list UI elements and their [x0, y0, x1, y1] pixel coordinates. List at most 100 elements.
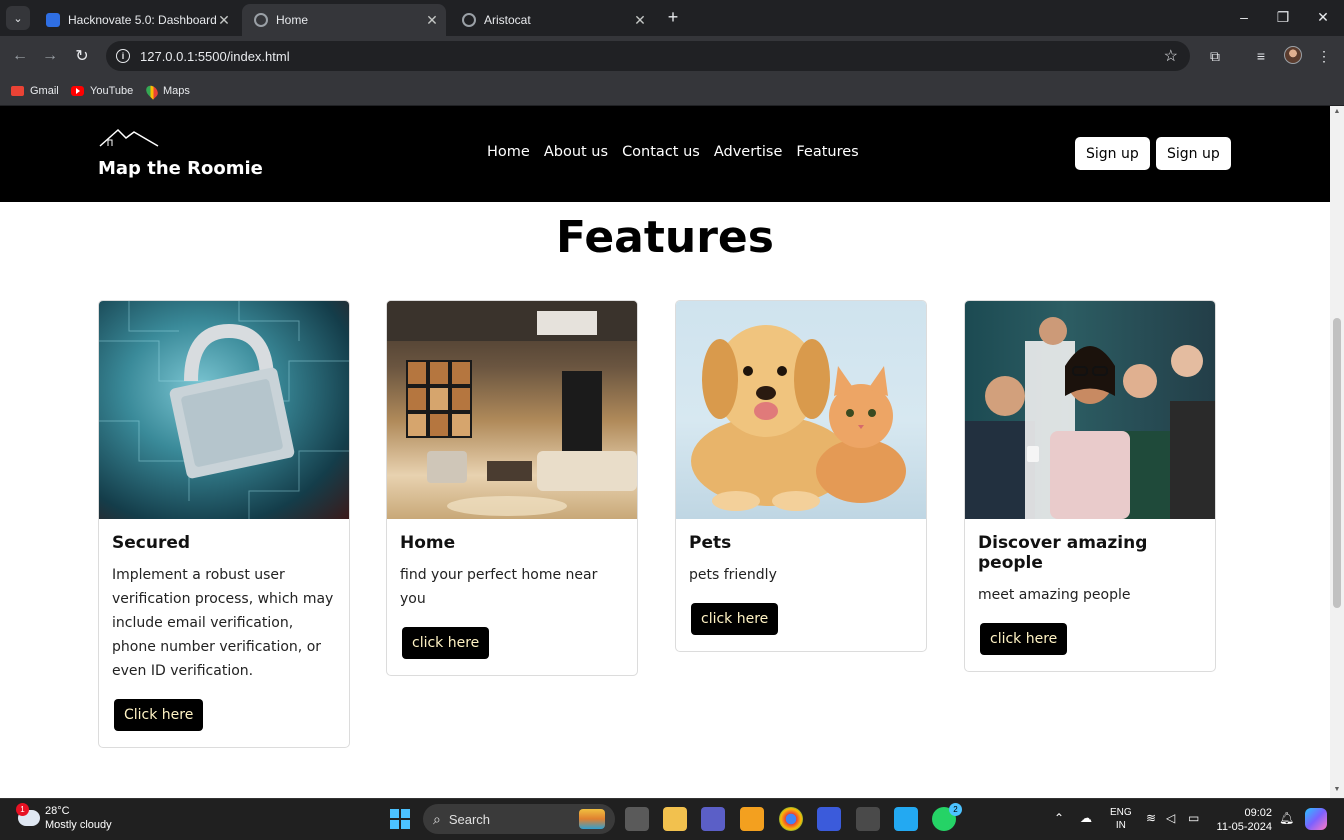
page-viewport: Map the Roomie Home About us Contact us …: [0, 106, 1330, 798]
weather-temp: 28°C: [45, 805, 70, 817]
bookmark-label: Gmail: [30, 85, 59, 97]
bookmark-star-icon[interactable]: ☆: [1164, 46, 1178, 66]
card-title: Secured: [112, 533, 191, 553]
people-image: [965, 301, 1215, 519]
brand-name[interactable]: Map the Roomie: [98, 158, 263, 179]
window-close-icon[interactable]: ✕: [1311, 6, 1335, 28]
volume-icon[interactable]: ◁: [1166, 811, 1175, 825]
cloud-icon: 1: [16, 803, 40, 826]
taskbar-search[interactable]: ⌕ Search: [423, 804, 615, 834]
page-scrollbar[interactable]: ▲ ▼: [1330, 106, 1344, 798]
extensions-puzzle-icon[interactable]: ⧉: [1205, 46, 1225, 66]
site-info-icon[interactable]: i: [116, 49, 130, 63]
weather-widget[interactable]: 1 28°C Mostly cloudy: [16, 803, 112, 832]
weather-badge: 1: [16, 803, 29, 816]
cube-app-icon[interactable]: [856, 807, 880, 831]
roof-logo-icon: [99, 128, 159, 147]
windows-taskbar: 1 28°C Mostly cloudy ⌕ Search 2 ⌃ ☁ ENG …: [0, 798, 1344, 840]
chevron-up-icon[interactable]: ⌃: [1054, 811, 1064, 825]
weather-desc: Mostly cloudy: [45, 819, 112, 831]
browser-tab-bar: ⌄ Hacknovate 5.0: Dashboard | De ✕ Home …: [0, 0, 1344, 36]
notes-app-icon[interactable]: [817, 807, 841, 831]
chrome-icon[interactable]: [779, 807, 803, 831]
tab-title: Hacknovate 5.0: Dashboard | De: [68, 13, 216, 27]
back-arrow-icon[interactable]: ←: [8, 44, 32, 68]
section-title: Features: [556, 212, 774, 263]
nav-home[interactable]: Home: [487, 144, 530, 160]
scroll-down-arrow-icon[interactable]: ▼: [1333, 786, 1341, 793]
people-group-illustration: [965, 317, 1215, 519]
close-icon[interactable]: ✕: [632, 12, 648, 29]
lang-top: ENG: [1110, 807, 1132, 818]
whatsapp-icon[interactable]: 2: [932, 803, 962, 831]
card-title: Discover amazing people: [978, 533, 1148, 573]
bookmark-gmail[interactable]: Gmail: [11, 82, 59, 100]
close-icon[interactable]: ✕: [424, 12, 440, 29]
feature-card-pets: Pets pets friendly click here: [675, 300, 927, 652]
youtube-icon: [71, 86, 84, 96]
microsoft-store-icon[interactable]: [740, 807, 764, 831]
click-here-button[interactable]: Click here: [114, 699, 204, 731]
wifi-icon[interactable]: ≋: [1146, 811, 1156, 825]
doc-icon: [46, 13, 60, 27]
battery-icon[interactable]: ▭: [1188, 811, 1199, 825]
teams-icon[interactable]: [701, 807, 725, 831]
vscode-icon[interactable]: [894, 807, 918, 831]
nav-contact-us[interactable]: Contact us: [622, 144, 700, 160]
windows-start-icon[interactable]: [390, 809, 410, 829]
click-here-button[interactable]: click here: [402, 627, 490, 659]
bookmark-label: YouTube: [90, 85, 134, 97]
card-title: Home: [400, 533, 456, 553]
scroll-up-arrow-icon[interactable]: ▲: [1333, 108, 1341, 115]
url-text[interactable]: 127.0.0.1:5500/index.html: [140, 49, 290, 64]
minimize-icon[interactable]: –: [1232, 6, 1256, 28]
whatsapp-badge: 2: [949, 803, 962, 816]
tab-home[interactable]: Home ✕: [242, 4, 446, 36]
bookmarks-bar: Gmail YouTube Maps: [0, 76, 1344, 106]
copilot-icon[interactable]: [1305, 808, 1327, 830]
new-tab-plus-icon[interactable]: +: [662, 6, 684, 28]
globe-icon: [254, 13, 268, 27]
tab-aristocat[interactable]: Aristocat ✕: [450, 4, 654, 36]
close-icon[interactable]: ✕: [216, 12, 232, 29]
feature-card-people: Discover amazing people meet amazing peo…: [964, 300, 1216, 672]
gmail-icon: [11, 86, 24, 96]
notification-bell-icon[interactable]: 🔔︎: [1279, 811, 1294, 825]
feature-card-home: Home find your perfect home near you cli…: [386, 300, 638, 676]
address-bar[interactable]: i 127.0.0.1:5500/index.html ☆: [106, 41, 1190, 71]
clock[interactable]: 09:02 11-05-2024: [1216, 806, 1272, 834]
restore-icon[interactable]: ❐: [1271, 6, 1295, 28]
file-explorer-icon[interactable]: [663, 807, 687, 831]
nav-advertise[interactable]: Advertise: [714, 144, 783, 160]
onedrive-cloud-icon[interactable]: ☁: [1080, 811, 1092, 825]
click-here-button[interactable]: click here: [691, 603, 779, 635]
card-text: meet amazing people: [978, 587, 1131, 603]
signup-button[interactable]: Sign up: [1075, 137, 1150, 170]
language-indicator[interactable]: ENG IN: [1110, 806, 1132, 832]
living-room-image: [387, 301, 637, 519]
padlock-illustration: [99, 301, 349, 519]
signup-button-2[interactable]: Sign up: [1156, 137, 1231, 170]
scroll-thumb[interactable]: [1333, 318, 1341, 608]
nav-features[interactable]: Features: [796, 144, 858, 160]
bookmark-youtube[interactable]: YouTube: [71, 82, 133, 100]
profile-avatar[interactable]: [1284, 46, 1302, 64]
pets-image: [676, 301, 926, 519]
time: 09:02: [1244, 807, 1272, 819]
search-placeholder: Search: [448, 811, 491, 827]
puppy-kitten-illustration: [691, 325, 906, 511]
task-view-icon[interactable]: [625, 807, 649, 831]
tab-hacknovate[interactable]: Hacknovate 5.0: Dashboard | De ✕: [34, 4, 238, 36]
bookmark-maps[interactable]: Maps: [143, 82, 190, 100]
card-text: pets friendly: [689, 567, 777, 583]
click-here-button[interactable]: click here: [980, 623, 1068, 655]
media-control-icon[interactable]: ≡: [1251, 46, 1271, 66]
site-navbar: Map the Roomie Home About us Contact us …: [0, 106, 1330, 202]
nav-about-us[interactable]: About us: [544, 144, 608, 160]
tab-search-chevron-icon[interactable]: ⌄: [6, 6, 30, 30]
search-highlight-icon: [579, 809, 605, 829]
reload-icon[interactable]: ↻: [70, 44, 94, 68]
forward-arrow-icon[interactable]: →: [38, 44, 62, 68]
browser-toolbar: ← → ↻ i 127.0.0.1:5500/index.html ☆ ⧉ ≡ …: [0, 36, 1344, 76]
chrome-menu-icon[interactable]: ⋮: [1314, 46, 1334, 66]
